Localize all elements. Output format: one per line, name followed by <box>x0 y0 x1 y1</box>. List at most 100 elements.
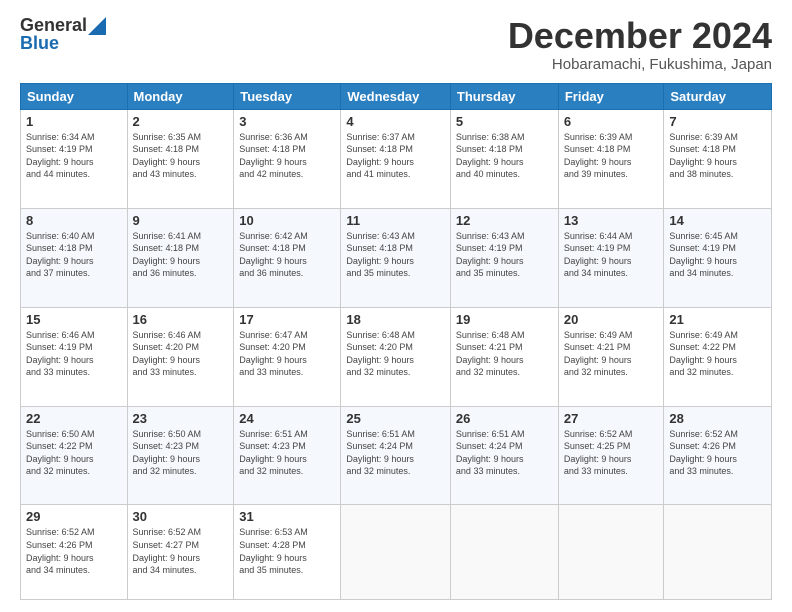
day-info: Sunrise: 6:51 AM Sunset: 4:23 PM Dayligh… <box>239 428 335 478</box>
calendar-cell: 3 Sunrise: 6:36 AM Sunset: 4:18 PM Daylig… <box>234 109 341 208</box>
day-info: Sunrise: 6:46 AM Sunset: 4:20 PM Dayligh… <box>133 329 229 379</box>
column-header-monday: Monday <box>127 83 234 109</box>
day-number: 4 <box>346 114 445 129</box>
calendar-cell: 19 Sunrise: 6:48 AM Sunset: 4:21 PM Dayli… <box>450 307 558 406</box>
calendar-cell: 13 Sunrise: 6:44 AM Sunset: 4:19 PM Dayli… <box>558 208 664 307</box>
day-info: Sunrise: 6:39 AM Sunset: 4:18 PM Dayligh… <box>564 131 659 181</box>
day-info: Sunrise: 6:44 AM Sunset: 4:19 PM Dayligh… <box>564 230 659 280</box>
calendar-cell: 23 Sunrise: 6:50 AM Sunset: 4:23 PM Dayli… <box>127 406 234 505</box>
day-number: 9 <box>133 213 229 228</box>
calendar-cell: 7 Sunrise: 6:39 AM Sunset: 4:18 PM Daylig… <box>664 109 772 208</box>
calendar-cell <box>558 505 664 600</box>
day-number: 8 <box>26 213 122 228</box>
day-number: 30 <box>133 509 229 524</box>
month-title: December 2024 <box>508 16 772 56</box>
calendar-cell: 31 Sunrise: 6:53 AM Sunset: 4:28 PM Dayli… <box>234 505 341 600</box>
day-number: 23 <box>133 411 229 426</box>
day-number: 24 <box>239 411 335 426</box>
day-info: Sunrise: 6:39 AM Sunset: 4:18 PM Dayligh… <box>669 131 766 181</box>
calendar-cell: 18 Sunrise: 6:48 AM Sunset: 4:20 PM Dayli… <box>341 307 451 406</box>
day-number: 31 <box>239 509 335 524</box>
column-header-tuesday: Tuesday <box>234 83 341 109</box>
day-info: Sunrise: 6:52 AM Sunset: 4:27 PM Dayligh… <box>133 526 229 576</box>
calendar-cell: 21Sunrise: 6:49 AM Sunset: 4:22 PM Dayli… <box>664 307 772 406</box>
calendar-cell: 17 Sunrise: 6:47 AM Sunset: 4:20 PM Dayli… <box>234 307 341 406</box>
calendar-cell <box>450 505 558 600</box>
day-number: 5 <box>456 114 553 129</box>
calendar-cell: 2Sunrise: 6:35 AM Sunset: 4:18 PM Daylig… <box>127 109 234 208</box>
calendar-cell: 25Sunrise: 6:51 AM Sunset: 4:24 PM Dayli… <box>341 406 451 505</box>
calendar-cell: 22 Sunrise: 6:50 AM Sunset: 4:22 PM Dayli… <box>21 406 128 505</box>
day-info: Sunrise: 6:41 AM Sunset: 4:18 PM Dayligh… <box>133 230 229 280</box>
day-info: Sunrise: 6:35 AM Sunset: 4:18 PM Dayligh… <box>133 131 229 181</box>
column-header-friday: Friday <box>558 83 664 109</box>
calendar-cell: 1 Sunrise: 6:34 AM Sunset: 4:19 PM Daylig… <box>21 109 128 208</box>
day-info: Sunrise: 6:50 AM Sunset: 4:23 PM Dayligh… <box>133 428 229 478</box>
day-info: Sunrise: 6:49 AM Sunset: 4:22 PM Dayligh… <box>669 329 766 379</box>
column-header-wednesday: Wednesday <box>341 83 451 109</box>
column-header-thursday: Thursday <box>450 83 558 109</box>
day-number: 19 <box>456 312 553 327</box>
calendar-cell: 14Sunrise: 6:45 AM Sunset: 4:19 PM Dayli… <box>664 208 772 307</box>
day-info: Sunrise: 6:51 AM Sunset: 4:24 PM Dayligh… <box>456 428 553 478</box>
calendar-cell: 26 Sunrise: 6:51 AM Sunset: 4:24 PM Dayli… <box>450 406 558 505</box>
calendar-cell: 20 Sunrise: 6:49 AM Sunset: 4:21 PM Dayli… <box>558 307 664 406</box>
calendar-cell <box>341 505 451 600</box>
logo: General Blue <box>20 16 106 54</box>
calendar-cell: 6 Sunrise: 6:39 AM Sunset: 4:18 PM Daylig… <box>558 109 664 208</box>
calendar-cell: 4 Sunrise: 6:37 AM Sunset: 4:18 PM Daylig… <box>341 109 451 208</box>
day-info: Sunrise: 6:36 AM Sunset: 4:18 PM Dayligh… <box>239 131 335 181</box>
day-number: 7 <box>669 114 766 129</box>
column-header-saturday: Saturday <box>664 83 772 109</box>
calendar-cell: 30 Sunrise: 6:52 AM Sunset: 4:27 PM Dayli… <box>127 505 234 600</box>
day-number: 27 <box>564 411 659 426</box>
day-number: 6 <box>564 114 659 129</box>
day-number: 14 <box>669 213 766 228</box>
calendar-cell: 8Sunrise: 6:40 AM Sunset: 4:18 PM Daylig… <box>21 208 128 307</box>
calendar-cell: 10 Sunrise: 6:42 AM Sunset: 4:18 PM Dayli… <box>234 208 341 307</box>
day-info: Sunrise: 6:47 AM Sunset: 4:20 PM Dayligh… <box>239 329 335 379</box>
day-info: Sunrise: 6:46 AM Sunset: 4:19 PM Dayligh… <box>26 329 122 379</box>
calendar-cell: 27 Sunrise: 6:52 AM Sunset: 4:25 PM Dayli… <box>558 406 664 505</box>
day-info: Sunrise: 6:49 AM Sunset: 4:21 PM Dayligh… <box>564 329 659 379</box>
day-number: 13 <box>564 213 659 228</box>
calendar-cell <box>664 505 772 600</box>
location: Hobaramachi, Fukushima, Japan <box>508 56 772 73</box>
day-number: 18 <box>346 312 445 327</box>
calendar-cell: 29 Sunrise: 6:52 AM Sunset: 4:26 PM Dayli… <box>21 505 128 600</box>
day-info: Sunrise: 6:43 AM Sunset: 4:18 PM Dayligh… <box>346 230 445 280</box>
day-number: 12 <box>456 213 553 228</box>
day-number: 26 <box>456 411 553 426</box>
day-number: 1 <box>26 114 122 129</box>
title-block: December 2024 Hobaramachi, Fukushima, Ja… <box>508 16 772 73</box>
calendar-cell: 24 Sunrise: 6:51 AM Sunset: 4:23 PM Dayli… <box>234 406 341 505</box>
day-info: Sunrise: 6:37 AM Sunset: 4:18 PM Dayligh… <box>346 131 445 181</box>
day-info: Sunrise: 6:52 AM Sunset: 4:25 PM Dayligh… <box>564 428 659 478</box>
day-number: 3 <box>239 114 335 129</box>
day-info: Sunrise: 6:48 AM Sunset: 4:21 PM Dayligh… <box>456 329 553 379</box>
day-info: Sunrise: 6:50 AM Sunset: 4:22 PM Dayligh… <box>26 428 122 478</box>
day-number: 29 <box>26 509 122 524</box>
day-info: Sunrise: 6:52 AM Sunset: 4:26 PM Dayligh… <box>26 526 122 576</box>
day-info: Sunrise: 6:43 AM Sunset: 4:19 PM Dayligh… <box>456 230 553 280</box>
day-number: 10 <box>239 213 335 228</box>
calendar-cell: 16 Sunrise: 6:46 AM Sunset: 4:20 PM Dayli… <box>127 307 234 406</box>
day-info: Sunrise: 6:53 AM Sunset: 4:28 PM Dayligh… <box>239 526 335 576</box>
logo-blue: Blue <box>20 34 59 54</box>
day-number: 22 <box>26 411 122 426</box>
column-header-sunday: Sunday <box>21 83 128 109</box>
calendar-cell: 28Sunrise: 6:52 AM Sunset: 4:26 PM Dayli… <box>664 406 772 505</box>
day-info: Sunrise: 6:34 AM Sunset: 4:19 PM Dayligh… <box>26 131 122 181</box>
day-number: 17 <box>239 312 335 327</box>
page-header: General Blue December 2024 Hobaramachi, … <box>20 16 772 73</box>
day-number: 15 <box>26 312 122 327</box>
calendar-table: SundayMondayTuesdayWednesdayThursdayFrid… <box>20 83 772 600</box>
logo-icon <box>88 17 106 35</box>
day-info: Sunrise: 6:42 AM Sunset: 4:18 PM Dayligh… <box>239 230 335 280</box>
day-info: Sunrise: 6:51 AM Sunset: 4:24 PM Dayligh… <box>346 428 445 478</box>
day-number: 20 <box>564 312 659 327</box>
calendar-cell: 9 Sunrise: 6:41 AM Sunset: 4:18 PM Daylig… <box>127 208 234 307</box>
day-number: 16 <box>133 312 229 327</box>
calendar-cell: 12 Sunrise: 6:43 AM Sunset: 4:19 PM Dayli… <box>450 208 558 307</box>
day-info: Sunrise: 6:48 AM Sunset: 4:20 PM Dayligh… <box>346 329 445 379</box>
